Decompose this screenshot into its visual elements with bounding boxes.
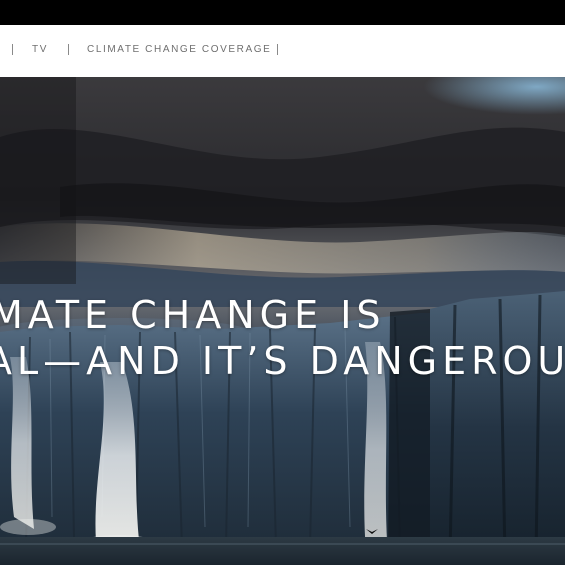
screen: TV CLIMATE CHANGE COVERAGE MATE CHANGE I… <box>0 0 565 565</box>
top-black-bar <box>0 0 565 25</box>
navigation-bar <box>0 25 565 77</box>
hero-headline-line-2[interactable]: AL—AND IT’S DANGEROU <box>0 341 565 381</box>
nav-separator <box>12 44 13 55</box>
nav-separator <box>68 44 69 55</box>
nav-link-climate-change-coverage[interactable]: CLIMATE CHANGE COVERAGE <box>87 43 271 57</box>
hero-headline-line-1[interactable]: MATE CHANGE IS <box>0 295 386 335</box>
image-overlay-panel <box>0 77 76 284</box>
nav-link-tv[interactable]: TV <box>32 43 48 57</box>
nav-separator <box>277 44 278 55</box>
